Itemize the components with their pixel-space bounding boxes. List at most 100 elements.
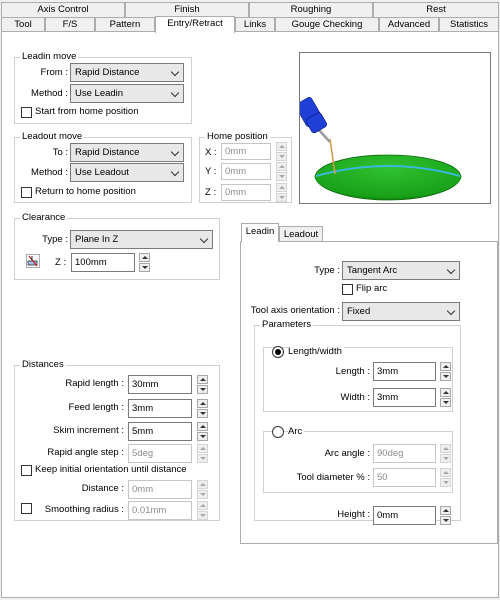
tab-tool[interactable]: Tool (1, 17, 45, 32)
feed-length-input[interactable]: 3mm (128, 399, 192, 418)
leadin-type-select[interactable]: Tangent Arc (342, 261, 460, 280)
tool-diameter-spinner[interactable] (440, 468, 451, 487)
tab-row-top: Axis Control Finish Roughing Rest (0, 2, 500, 17)
part-dome-top (315, 156, 461, 198)
toolpath-preview-graphic (300, 97, 462, 201)
tab-finish[interactable]: Finish (125, 2, 249, 17)
return-home-checkbox[interactable] (21, 187, 32, 198)
leadout-to-label: To : (52, 147, 68, 158)
tab-gouge-checking[interactable]: Gouge Checking (275, 17, 379, 32)
tool-holder-icon (300, 97, 327, 134)
tool-diameter-input[interactable]: 50 (373, 468, 436, 487)
tab-links[interactable]: Links (235, 17, 275, 32)
flip-arc-checkbox[interactable] (342, 284, 353, 295)
distance-input[interactable]: 0mm (128, 480, 192, 499)
width-input[interactable]: 3mm (373, 388, 436, 407)
arc-angle-spinner[interactable] (440, 444, 451, 463)
leadout-to-value: Rapid Distance (75, 147, 140, 158)
tab-leadin[interactable]: Leadin (241, 223, 279, 242)
rapid-length-spinner[interactable] (197, 375, 208, 394)
arc-angle-label: Arc angle : (324, 448, 370, 459)
tab-rest[interactable]: Rest (373, 2, 499, 17)
leadin-type-label: Type : (314, 265, 340, 276)
width-spinner[interactable] (440, 388, 451, 407)
start-home-label: Start from home position (35, 106, 139, 117)
skim-increment-spinner[interactable] (197, 422, 208, 441)
length-width-radio[interactable] (272, 346, 284, 358)
clearance-z-label: Z : (55, 257, 67, 268)
smoothing-spinner[interactable] (197, 501, 208, 520)
arc-angle-input[interactable]: 90deg (373, 444, 436, 463)
feed-length-spinner[interactable] (197, 399, 208, 418)
plane-pick-graphic (27, 255, 38, 267)
parameters-title: Parameters (260, 319, 314, 331)
leadin-from-select[interactable]: Rapid Distance (70, 63, 184, 82)
tool-axis-value: Fixed (347, 306, 371, 317)
length-label: Length : (335, 366, 370, 377)
chevron-down-icon (170, 147, 180, 157)
chevron-down-icon (446, 265, 456, 275)
leadout-method-label: Method : (31, 167, 68, 178)
tab-statistics[interactable]: Statistics (439, 17, 499, 32)
leadout-method-select[interactable]: Use Leadout (70, 163, 184, 182)
rapid-length-label: Rapid length : (65, 378, 124, 389)
leadin-method-label: Method : (31, 88, 68, 99)
chevron-down-icon (199, 234, 209, 244)
chevron-down-icon (446, 306, 456, 316)
clearance-type-value: Plane In Z (75, 234, 119, 245)
home-x-input[interactable]: 0mm (221, 143, 271, 160)
leadin-from-value: Rapid Distance (75, 67, 140, 78)
smoothing-input[interactable]: 0.01mm (128, 501, 192, 520)
tool-axis-select[interactable]: Fixed (342, 302, 460, 321)
width-label: Width : (340, 392, 370, 403)
length-width-label: Length/width (288, 345, 344, 359)
rapid-angle-label: Rapid angle step : (47, 447, 124, 458)
tab-pattern[interactable]: Pattern (95, 17, 155, 32)
clearance-type-select[interactable]: Plane In Z (70, 230, 213, 249)
rapid-angle-spinner[interactable] (197, 444, 208, 463)
tool-shank (317, 128, 331, 143)
tab-entry-retract[interactable]: Entry/Retract (155, 16, 235, 33)
tab-advanced[interactable]: Advanced (379, 17, 439, 32)
tab-fs[interactable]: F/S (45, 17, 95, 32)
keep-orientation-checkbox[interactable] (21, 465, 32, 476)
tool-axis-label: Tool axis orientation : (250, 305, 340, 316)
height-label: Height : (337, 509, 370, 520)
chevron-down-icon (170, 88, 180, 98)
leadout-to-select[interactable]: Rapid Distance (70, 143, 184, 162)
clearance-z-spinner[interactable] (139, 253, 150, 272)
tab-roughing[interactable]: Roughing (249, 2, 373, 17)
clearance-type-label: Type : (42, 234, 68, 245)
height-input[interactable]: 0mm (373, 506, 436, 525)
rapid-angle-input[interactable]: 5deg (128, 444, 192, 463)
keep-orientation-label: Keep initial orientation until distance (35, 464, 187, 475)
home-x-label: X : (205, 147, 217, 158)
leadin-from-label: From : (40, 67, 68, 78)
arc-radio[interactable] (272, 426, 284, 438)
flip-arc-label: Flip arc (356, 283, 388, 294)
tab-row-bottom: Tool F/S Pattern Entry/Retract Links Gou… (0, 16, 500, 33)
home-y-spinner[interactable] (276, 162, 287, 181)
leadout-method-value: Use Leadout (75, 167, 129, 178)
arc-label: Arc (288, 425, 305, 439)
leadin-type-value: Tangent Arc (347, 265, 398, 276)
leadin-move-title: Leadin move (20, 51, 79, 63)
height-spinner[interactable] (440, 506, 451, 525)
length-input[interactable]: 3mm (373, 362, 436, 381)
clearance-z-input[interactable]: 100mm (71, 253, 135, 272)
chevron-down-icon (170, 167, 180, 177)
rapid-length-input[interactable]: 30mm (128, 375, 192, 394)
leadin-method-select[interactable]: Use Leadin (70, 84, 184, 103)
distance-spinner[interactable] (197, 480, 208, 499)
skim-increment-input[interactable]: 5mm (128, 422, 192, 441)
length-spinner[interactable] (440, 362, 451, 381)
tab-axis-control[interactable]: Axis Control (1, 2, 125, 17)
home-x-spinner[interactable] (276, 142, 287, 161)
plane-pick-icon[interactable] (26, 254, 40, 268)
clearance-title: Clearance (20, 212, 68, 224)
home-z-input[interactable]: 0mm (221, 184, 271, 201)
home-z-spinner[interactable] (276, 183, 287, 202)
start-home-checkbox[interactable] (21, 107, 32, 118)
home-y-input[interactable]: 0mm (221, 163, 271, 180)
distance-label: Distance : (81, 483, 124, 494)
